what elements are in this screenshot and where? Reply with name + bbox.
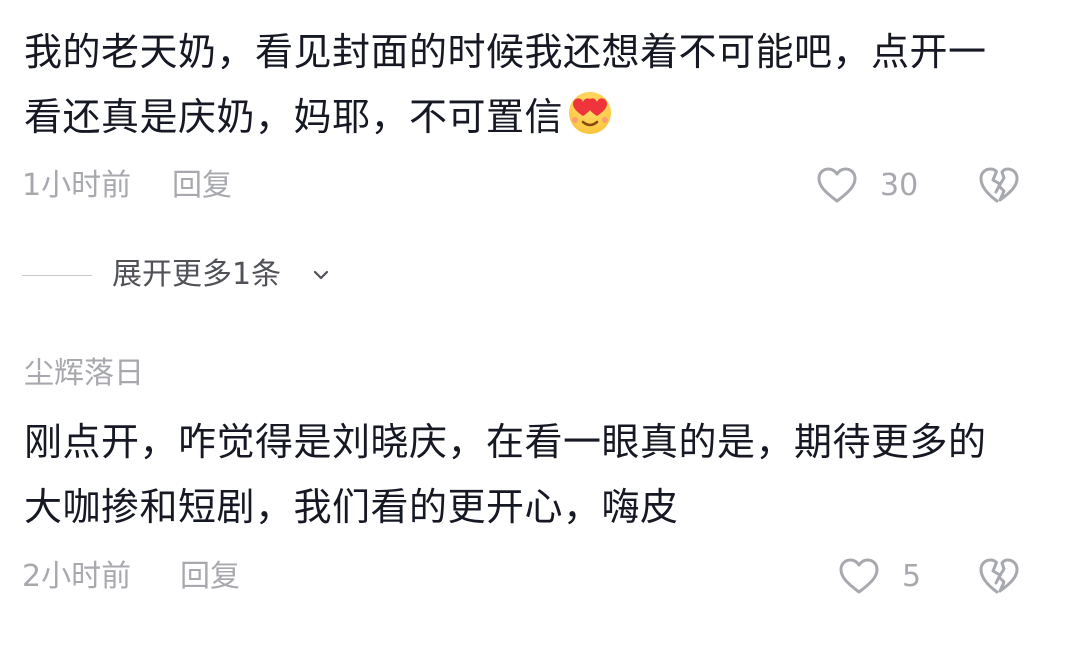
comment-time: 2小时前 [22, 559, 132, 594]
comment-username[interactable]: 尘辉落日 [24, 352, 144, 396]
reply-button[interactable]: 回复 [172, 164, 232, 208]
chevron-down-icon[interactable] [312, 266, 330, 284]
comment-meta: 1小时前 回复 30 [22, 164, 1080, 208]
heart-outline-icon[interactable] [837, 555, 881, 599]
comment-time: 1小时前 [22, 168, 132, 203]
comment-body: 我的老天奶，看见封面的时候我还想着不可能吧，点开一看还真是庆奶，妈耶，不可置信 [24, 30, 987, 139]
comment-item: 我的老天奶，看见封面的时候我还想着不可能吧，点开一看还真是庆奶，妈耶，不可置信 … [0, 0, 1080, 240]
divider-line [22, 275, 92, 276]
like-count: 5 [902, 559, 922, 594]
comment-meta: 2小时前 回复 5 [22, 555, 1080, 599]
like-count: 30 [880, 168, 919, 203]
comment-text: 我的老天奶，看见封面的时候我还想着不可能吧，点开一看还真是庆奶，妈耶，不可置信 [24, 20, 1024, 150]
comment-body: 刚点开，咋觉得是刘晓庆，在看一眼真的是，期待更多的大咖掺和短剧，我们看的更开心，… [24, 420, 987, 529]
heart-outline-icon[interactable] [815, 164, 859, 208]
broken-heart-icon[interactable] [977, 555, 1021, 599]
broken-heart-icon[interactable] [977, 164, 1021, 208]
reply-button[interactable]: 回复 [180, 555, 240, 599]
expand-replies-label[interactable]: 展开更多1条 [112, 250, 281, 300]
heart-eyes-emoji-icon [569, 92, 612, 134]
comment-text: 刚点开，咋觉得是刘晓庆，在看一眼真的是，期待更多的大咖掺和短剧，我们看的更开心，… [24, 410, 1024, 540]
